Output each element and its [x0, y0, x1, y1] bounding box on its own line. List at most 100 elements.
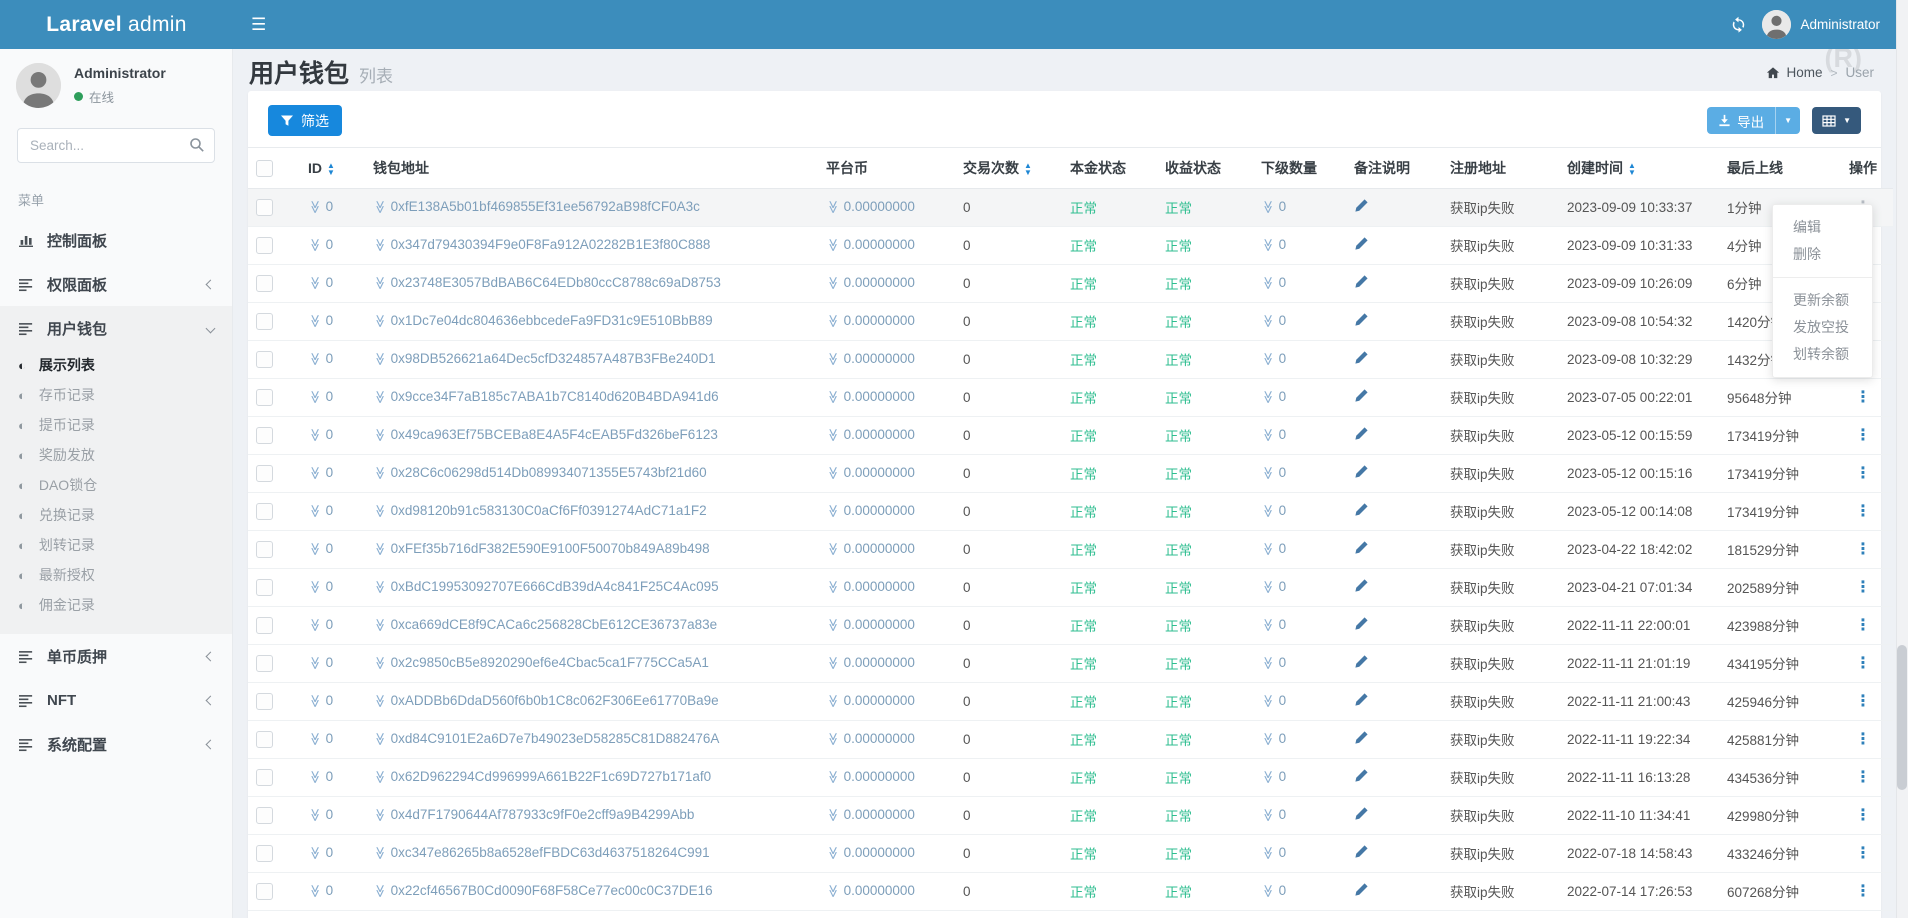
- edit-note-icon[interactable]: [1354, 199, 1369, 216]
- row-actions-button[interactable]: ⋮: [1849, 541, 1878, 558]
- sort-tx-count-button[interactable]: ▲ ▼: [1024, 162, 1032, 177]
- expand-chevron-icon[interactable]: ≫: [825, 770, 841, 784]
- edit-note-icon[interactable]: [1354, 313, 1369, 330]
- row-checkbox[interactable]: [256, 464, 273, 482]
- row-checkbox[interactable]: [256, 274, 273, 292]
- expand-chevron-icon[interactable]: ≫: [825, 580, 841, 594]
- action-edit[interactable]: 编辑: [1773, 214, 1872, 241]
- sidebar-item-exchange-records[interactable]: ◐ 兑换记录: [0, 500, 232, 530]
- row-checkbox[interactable]: [256, 388, 273, 406]
- row-checkbox[interactable]: [256, 236, 273, 254]
- sidebar-item-withdraw-records[interactable]: ◐ 提币记录: [0, 410, 232, 440]
- row-actions-button[interactable]: ⋮: [1849, 655, 1878, 672]
- row-checkbox[interactable]: [256, 578, 273, 596]
- sidebar-item-nft[interactable]: NFT: [0, 678, 232, 722]
- expand-chevron-icon[interactable]: ≫: [1260, 770, 1276, 784]
- expand-chevron-icon[interactable]: ≫: [1260, 428, 1276, 442]
- expand-chevron-icon[interactable]: ≫: [372, 200, 388, 214]
- expand-chevron-icon[interactable]: ≫: [307, 276, 323, 290]
- sort-id-button[interactable]: ▲ ▼: [327, 161, 335, 176]
- row-checkbox[interactable]: [256, 692, 273, 710]
- expand-chevron-icon[interactable]: ≫: [307, 504, 323, 518]
- sidebar-item-single-coin-staking[interactable]: 单币质押: [0, 634, 232, 678]
- expand-chevron-icon[interactable]: ≫: [372, 466, 388, 480]
- expand-chevron-icon[interactable]: ≫: [825, 428, 841, 442]
- sidebar-toggle-button[interactable]: ☰: [251, 15, 266, 35]
- expand-chevron-icon[interactable]: ≫: [825, 238, 841, 252]
- expand-chevron-icon[interactable]: ≫: [307, 314, 323, 328]
- expand-chevron-icon[interactable]: ≫: [1260, 618, 1276, 632]
- expand-chevron-icon[interactable]: ≫: [825, 200, 841, 214]
- action-update-balance[interactable]: 更新余额: [1773, 287, 1872, 314]
- row-checkbox[interactable]: [256, 806, 273, 824]
- expand-chevron-icon[interactable]: ≫: [1260, 504, 1276, 518]
- row-checkbox[interactable]: [256, 312, 273, 330]
- row-actions-button[interactable]: ⋮: [1849, 693, 1878, 710]
- sidebar-search-input[interactable]: [17, 128, 215, 163]
- edit-note-icon[interactable]: [1354, 845, 1369, 862]
- expand-chevron-icon[interactable]: ≫: [307, 694, 323, 708]
- edit-note-icon[interactable]: [1354, 351, 1369, 368]
- row-checkbox[interactable]: [256, 198, 273, 216]
- row-checkbox[interactable]: [256, 654, 273, 672]
- expand-chevron-icon[interactable]: ≫: [307, 390, 323, 404]
- expand-chevron-icon[interactable]: ≫: [307, 542, 323, 556]
- expand-chevron-icon[interactable]: ≫: [825, 504, 841, 518]
- expand-chevron-icon[interactable]: ≫: [825, 808, 841, 822]
- expand-chevron-icon[interactable]: ≫: [1260, 238, 1276, 252]
- expand-chevron-icon[interactable]: ≫: [1260, 884, 1276, 898]
- column-selector-button[interactable]: ▼: [1812, 107, 1861, 134]
- expand-chevron-icon[interactable]: ≫: [372, 732, 388, 746]
- expand-chevron-icon[interactable]: ≫: [1260, 694, 1276, 708]
- expand-chevron-icon[interactable]: ≫: [1260, 808, 1276, 822]
- expand-chevron-icon[interactable]: ≫: [307, 200, 323, 214]
- expand-chevron-icon[interactable]: ≫: [307, 238, 323, 252]
- edit-note-icon[interactable]: [1354, 731, 1369, 748]
- expand-chevron-icon[interactable]: ≫: [372, 542, 388, 556]
- edit-note-icon[interactable]: [1354, 389, 1369, 406]
- expand-chevron-icon[interactable]: ≫: [307, 618, 323, 632]
- edit-note-icon[interactable]: [1354, 541, 1369, 558]
- row-actions-button[interactable]: ⋮: [1849, 769, 1878, 786]
- sidebar-item-display-list[interactable]: ◐ 展示列表: [0, 350, 232, 380]
- expand-chevron-icon[interactable]: ≫: [825, 466, 841, 480]
- expand-chevron-icon[interactable]: ≫: [307, 808, 323, 822]
- expand-chevron-icon[interactable]: ≫: [1260, 656, 1276, 670]
- sidebar-item-deposit-records[interactable]: ◐ 存币记录: [0, 380, 232, 410]
- expand-chevron-icon[interactable]: ≫: [825, 352, 841, 366]
- expand-chevron-icon[interactable]: ≫: [825, 314, 841, 328]
- expand-chevron-icon[interactable]: ≫: [825, 276, 841, 290]
- brand-logo[interactable]: Laravel admin: [0, 13, 233, 37]
- row-checkbox[interactable]: [256, 844, 273, 862]
- edit-note-icon[interactable]: [1354, 465, 1369, 482]
- action-airdrop[interactable]: 发放空投: [1773, 314, 1872, 341]
- row-checkbox[interactable]: [256, 768, 273, 786]
- expand-chevron-icon[interactable]: ≫: [307, 770, 323, 784]
- row-checkbox[interactable]: [256, 882, 273, 900]
- expand-chevron-icon[interactable]: ≫: [372, 504, 388, 518]
- row-actions-button[interactable]: ⋮: [1849, 731, 1878, 748]
- row-actions-button[interactable]: ⋮: [1849, 617, 1878, 634]
- sidebar-item-latest-authorizations[interactable]: ◐ 最新授权: [0, 560, 232, 590]
- expand-chevron-icon[interactable]: ≫: [372, 314, 388, 328]
- expand-chevron-icon[interactable]: ≫: [825, 656, 841, 670]
- expand-chevron-icon[interactable]: ≫: [372, 694, 388, 708]
- row-checkbox[interactable]: [256, 502, 273, 520]
- expand-chevron-icon[interactable]: ≫: [372, 846, 388, 860]
- expand-chevron-icon[interactable]: ≫: [307, 466, 323, 480]
- expand-chevron-icon[interactable]: ≫: [825, 542, 841, 556]
- sidebar-item-dao-lock[interactable]: ◐ DAO锁仓: [0, 470, 232, 500]
- expand-chevron-icon[interactable]: ≫: [307, 656, 323, 670]
- expand-chevron-icon[interactable]: ≫: [372, 808, 388, 822]
- expand-chevron-icon[interactable]: ≫: [372, 580, 388, 594]
- edit-note-icon[interactable]: [1354, 503, 1369, 520]
- row-actions-button[interactable]: ⋮: [1849, 883, 1878, 900]
- refresh-button[interactable]: [1730, 16, 1747, 33]
- expand-chevron-icon[interactable]: ≫: [825, 732, 841, 746]
- expand-chevron-icon[interactable]: ≫: [372, 276, 388, 290]
- user-menu[interactable]: Administrator: [1762, 10, 1880, 39]
- sort-created-at-button[interactable]: ▲ ▼: [1628, 162, 1636, 177]
- edit-note-icon[interactable]: [1354, 237, 1369, 254]
- row-checkbox[interactable]: [256, 540, 273, 558]
- expand-chevron-icon[interactable]: ≫: [372, 770, 388, 784]
